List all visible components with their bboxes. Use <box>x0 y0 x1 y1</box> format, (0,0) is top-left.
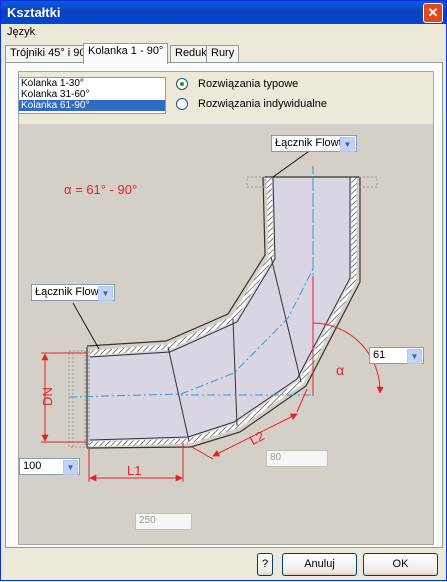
help-button[interactable]: ? <box>257 553 273 576</box>
l1-field[interactable]: 250 <box>135 513 192 530</box>
top-connector-select[interactable]: Łącznik Flowtit ▼ <box>271 135 357 152</box>
angle-range-label: α = 61° - 90° <box>64 182 137 197</box>
left-connector-select[interactable]: Łącznik Flowtit ▼ <box>31 284 115 301</box>
left-coupling-icon <box>68 350 90 448</box>
angle-select[interactable]: 61 ▼ <box>369 347 424 364</box>
chevron-down-icon[interactable]: ▼ <box>407 349 422 364</box>
dn-select[interactable]: 100 ▼ <box>19 458 80 475</box>
chevron-down-icon[interactable]: ▼ <box>340 137 355 152</box>
elbow-body <box>90 177 354 444</box>
l2-field[interactable]: 80 <box>266 450 328 467</box>
alpha-symbol: α <box>336 362 344 378</box>
cancel-button[interactable]: Anuluj <box>282 553 357 576</box>
l1-label: L1 <box>127 463 141 478</box>
chevron-down-icon[interactable]: ▼ <box>63 460 78 475</box>
dn-label: DN <box>40 387 55 406</box>
tab-elbows[interactable]: Kolanka 1 - 90° <box>83 43 169 64</box>
ok-button[interactable]: OK <box>363 553 438 576</box>
dialog-window: Kształtki ✕ Język Trójniki 45° i 90° Kol… <box>0 0 447 581</box>
chevron-down-icon[interactable]: ▼ <box>98 286 113 301</box>
